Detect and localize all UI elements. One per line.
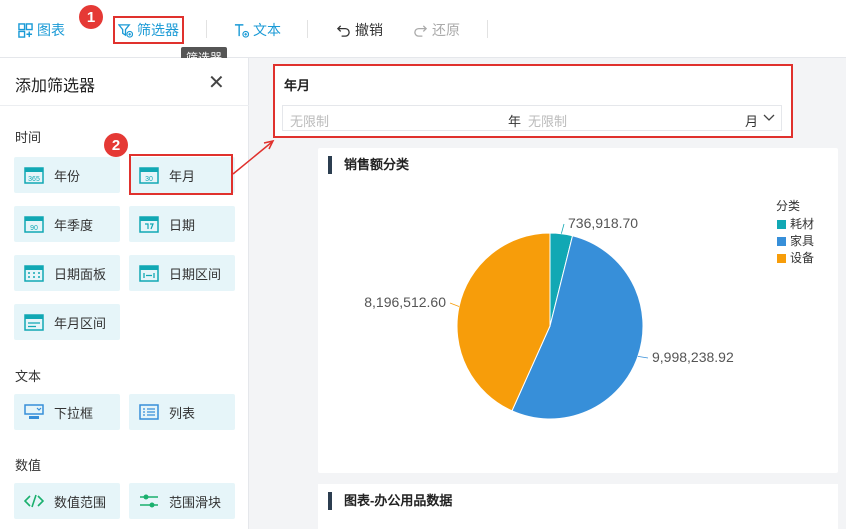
panel-title: 添加筛选器 <box>15 78 96 95</box>
calendar-grid-icon <box>24 265 44 282</box>
dropdown-icon <box>24 404 44 419</box>
filter-option-label: 年季度 <box>54 217 94 233</box>
pie-leader-line <box>637 355 649 359</box>
calendar-date-icon <box>139 216 159 233</box>
panel-divider <box>0 105 249 106</box>
add-filter-panel: 添加筛选器 ✕ 时间 365 年份 30 年月 90 年季度 日期 日期面板 日… <box>0 58 249 529</box>
text-button-label: 文本 <box>253 22 281 38</box>
filter-option-date-range[interactable]: 日期区间 <box>129 255 235 291</box>
chart-button[interactable]: 图表 <box>18 18 65 42</box>
legend-label: 设备 <box>790 251 814 265</box>
legend-label: 家具 <box>790 233 814 248</box>
sales-pie-chart-card[interactable]: 销售额分类 736,918.70 9,998,238.92 8,196,512.60… <box>318 148 838 473</box>
close-icon[interactable]: ✕ <box>208 70 225 95</box>
redo-icon <box>414 24 428 37</box>
toolbar-divider <box>206 20 207 38</box>
section-label-text: 文本 <box>15 369 42 384</box>
pie-chart: 736,918.70 9,998,238.92 8,196,512.60 分类 耗材… <box>364 199 814 420</box>
section-label-time: 时间 <box>15 130 42 145</box>
filter-option-label: 日期区间 <box>169 266 222 282</box>
legend-label: 耗材 <box>790 217 814 231</box>
toolbar-divider <box>307 20 308 38</box>
filter-option-label: 日期面板 <box>54 266 107 282</box>
slider-icon <box>140 494 158 508</box>
legend-swatch <box>777 254 786 263</box>
filter-option-range-slider[interactable]: 范围滑块 <box>129 483 235 519</box>
code-icon <box>24 494 44 508</box>
toolbar-divider <box>487 20 488 38</box>
highlight-year-month-option <box>129 154 233 195</box>
section-label-number: 数值 <box>15 458 42 473</box>
svg-text:90: 90 <box>30 225 38 232</box>
undo-button-label: 撤销 <box>355 22 383 38</box>
highlight-filter-button <box>113 16 184 44</box>
redo-button[interactable]: 还原 <box>413 18 460 42</box>
filter-option-label: 范围滑块 <box>169 494 222 510</box>
pie-data-label: 9,998,238.92 <box>652 349 734 365</box>
office-supplies-table-card[interactable]: 图表-办公用品数据 <box>318 484 838 529</box>
filter-option-label: 年月区间 <box>54 315 107 331</box>
list-icon <box>139 404 159 420</box>
filter-option-label: 数值范围 <box>54 494 107 510</box>
filter-option-date[interactable]: 日期 <box>129 206 235 242</box>
calendar-90-icon: 90 <box>24 216 44 233</box>
filter-option-dropdown[interactable]: 下拉框 <box>14 394 120 430</box>
filter-option-label: 日期 <box>169 217 196 233</box>
pie-data-label: 8,196,512.60 <box>364 294 446 310</box>
pie-data-label: 736,918.70 <box>568 215 638 231</box>
legend-title: 分类 <box>776 199 800 213</box>
highlight-filter-widget <box>273 64 793 138</box>
calendar-365-icon: 365 <box>24 167 44 184</box>
calendar-lines-icon <box>24 314 44 331</box>
legend-swatch <box>777 237 786 246</box>
pie-leader-line <box>560 223 565 234</box>
filter-option-number-range[interactable]: 数值范围 <box>14 483 120 519</box>
text-button[interactable]: 文本 <box>234 18 281 42</box>
legend-swatch <box>777 220 786 229</box>
table-title: 图表-办公用品数据 <box>328 492 452 510</box>
filter-option-year-month-range[interactable]: 年月区间 <box>14 304 120 340</box>
filter-option-date-panel[interactable]: 日期面板 <box>14 255 120 291</box>
filter-option-label: 下拉框 <box>54 405 94 421</box>
pie-leader-line <box>449 302 460 307</box>
chart-button-label: 图表 <box>37 22 65 38</box>
text-icon <box>234 23 249 38</box>
filter-option-list[interactable]: 列表 <box>129 394 235 430</box>
undo-button[interactable]: 撤销 <box>336 18 383 42</box>
chart-icon <box>18 22 33 38</box>
step-badge-1: 1 <box>79 5 103 29</box>
calendar-range-icon <box>139 265 159 282</box>
annotation-arrow <box>232 139 275 175</box>
filter-option-year[interactable]: 365 年份 <box>14 157 120 193</box>
filter-option-year-quarter[interactable]: 90 年季度 <box>14 206 120 242</box>
svg-text:365: 365 <box>28 176 40 183</box>
redo-button-label: 还原 <box>432 22 460 38</box>
filter-option-label: 列表 <box>169 405 196 421</box>
undo-icon <box>336 24 350 37</box>
filter-option-label: 年份 <box>54 168 81 184</box>
step-badge-2: 2 <box>104 133 128 157</box>
